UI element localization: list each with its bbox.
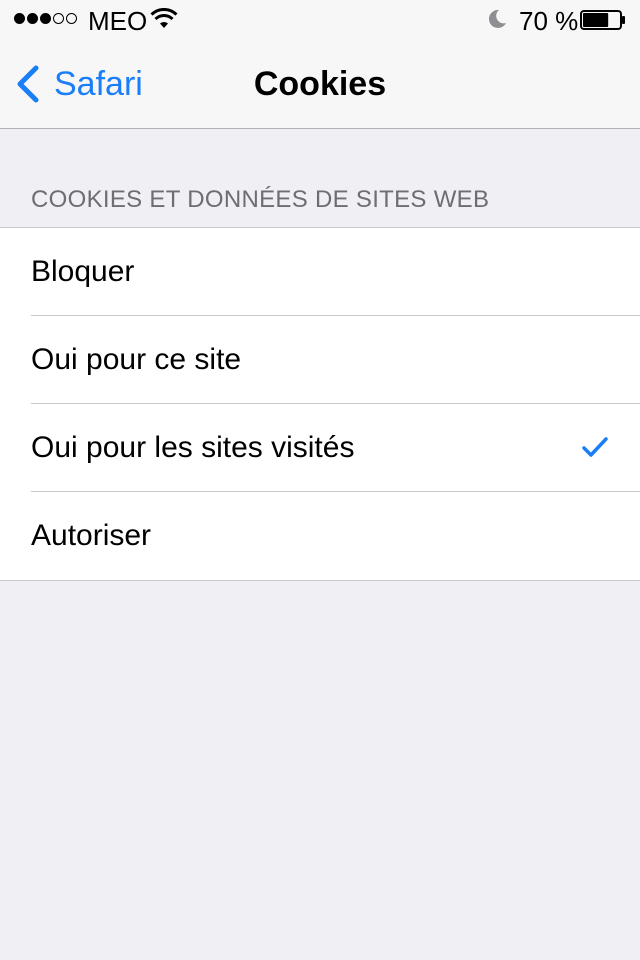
battery-icon <box>580 10 625 30</box>
signal-dot <box>66 13 77 24</box>
section-header: COOKIES ET DONNÉES DE SITES WEB <box>31 186 490 213</box>
option-bloquer[interactable]: Bloquer <box>0 228 640 316</box>
option-oui-pour-les-sites-visites[interactable]: Oui pour les sites visités <box>0 404 640 492</box>
signal-icon <box>14 13 77 24</box>
option-label: Autoriser <box>31 519 152 552</box>
signal-dot <box>40 13 51 24</box>
status-bar: MEO 70 % <box>0 0 640 40</box>
carrier-name: MEO <box>88 6 148 36</box>
settings-screen: MEO 70 % Safari Cookies COOKIES ET DONNÉ… <box>0 0 640 960</box>
chevron-left-icon <box>17 65 39 103</box>
wifi-icon <box>150 8 178 28</box>
signal-dot <box>14 13 25 24</box>
checkmark-icon <box>582 437 608 457</box>
cookie-options-list: Bloquer Oui pour ce site Oui pour les si… <box>0 227 640 581</box>
option-label: Oui pour ce site <box>31 343 242 376</box>
signal-dot <box>53 13 64 24</box>
option-label: Bloquer <box>31 255 135 288</box>
back-button-label: Safari <box>54 64 143 103</box>
option-autoriser[interactable]: Autoriser <box>0 492 640 580</box>
back-button[interactable]: Safari <box>14 62 143 106</box>
battery-percentage: 70 % <box>519 6 579 36</box>
option-label: Oui pour les sites visités <box>31 431 355 464</box>
signal-dot <box>27 13 38 24</box>
moon-icon <box>488 9 506 28</box>
option-oui-pour-ce-site[interactable]: Oui pour ce site <box>0 316 640 404</box>
